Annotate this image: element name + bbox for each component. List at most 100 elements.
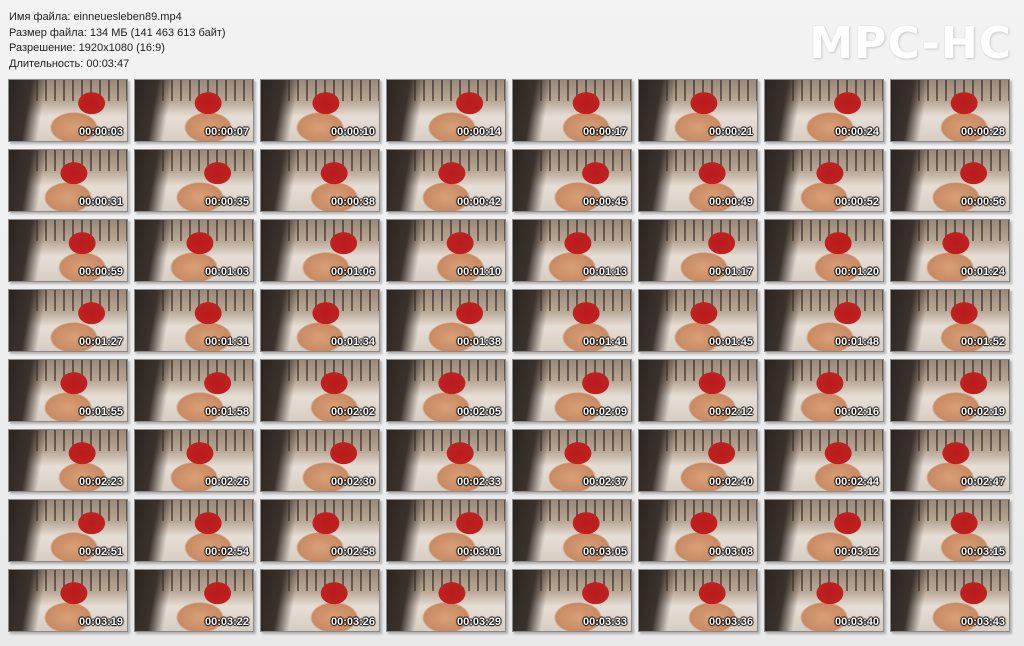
video-thumbnail: 00:00:45 [512,149,632,212]
video-thumbnail: 00:03:33 [512,569,632,632]
video-thumbnail: 00:03:19 [8,569,128,632]
thumbnail-timestamp: 00:03:26 [330,616,375,628]
video-thumbnail: 00:01:55 [8,359,128,422]
mpc-hc-logo: MPC-HC [809,18,1012,69]
thumbnail-timestamp: 00:03:33 [582,616,627,628]
video-thumbnail: 00:00:52 [764,149,884,212]
thumbnail-timestamp: 00:01:27 [78,336,123,348]
thumbnail-timestamp: 00:01:13 [582,266,627,278]
thumbnail-timestamp: 00:03:19 [78,616,123,628]
video-thumbnail: 00:01:27 [8,289,128,352]
thumbnail-timestamp: 00:01:24 [960,266,1005,278]
thumbnail-timestamp: 00:02:09 [582,406,627,418]
video-thumbnail: 00:01:03 [134,219,254,282]
video-thumbnail: 00:00:07 [134,79,254,142]
video-thumbnail: 00:02:40 [638,429,758,492]
thumbnail-timestamp: 00:00:56 [960,196,1005,208]
thumbnail-timestamp: 00:00:21 [708,126,753,138]
video-thumbnail: 00:01:10 [386,219,506,282]
thumbnail-timestamp: 00:02:58 [330,546,375,558]
thumbnail-timestamp: 00:01:45 [708,336,753,348]
video-thumbnail: 00:00:17 [512,79,632,142]
thumbnail-timestamp: 00:03:12 [834,546,879,558]
video-thumbnail: 00:03:40 [764,569,884,632]
thumbnail-timestamp: 00:01:17 [708,266,753,278]
thumbnail-timestamp: 00:00:38 [330,196,375,208]
video-thumbnail: 00:01:31 [134,289,254,352]
video-thumbnail: 00:03:26 [260,569,380,632]
thumbnail-timestamp: 00:01:38 [456,336,501,348]
video-thumbnail: 00:01:41 [512,289,632,352]
video-thumbnail: 00:01:52 [890,289,1010,352]
thumbnail-timestamp: 00:00:52 [834,196,879,208]
video-thumbnail: 00:03:36 [638,569,758,632]
thumbnail-timestamp: 00:02:05 [456,406,501,418]
thumbnail-timestamp: 00:03:15 [960,546,1005,558]
thumbnail-timestamp: 00:01:48 [834,336,879,348]
video-thumbnail: 00:01:38 [386,289,506,352]
video-thumbnail: 00:03:08 [638,499,758,562]
thumbnail-timestamp: 00:02:47 [960,476,1005,488]
thumbnail-timestamp: 00:02:40 [708,476,753,488]
video-thumbnail: 00:00:10 [260,79,380,142]
thumbnail-timestamp: 00:01:58 [204,406,249,418]
video-thumbnail: 00:00:56 [890,149,1010,212]
thumbnail-timestamp: 00:03:43 [960,616,1005,628]
video-thumbnail: 00:03:43 [890,569,1010,632]
thumbnail-timestamp: 00:00:14 [456,126,501,138]
video-thumbnail: 00:03:12 [764,499,884,562]
video-thumbnail: 00:02:23 [8,429,128,492]
thumbnail-timestamp: 00:03:05 [582,546,627,558]
thumbnail-timestamp: 00:02:02 [330,406,375,418]
thumbnail-timestamp: 00:00:31 [78,196,123,208]
thumbnail-timestamp: 00:02:26 [204,476,249,488]
video-thumbnail: 00:02:44 [764,429,884,492]
video-thumbnail: 00:02:51 [8,499,128,562]
thumbnail-timestamp: 00:01:34 [330,336,375,348]
thumbnail-timestamp: 00:02:16 [834,406,879,418]
video-thumbnail: 00:00:42 [386,149,506,212]
thumbnail-timestamp: 00:00:10 [330,126,375,138]
video-thumbnail: 00:01:58 [134,359,254,422]
thumbnail-timestamp: 00:00:07 [204,126,249,138]
thumbnail-timestamp: 00:03:36 [708,616,753,628]
thumbnail-timestamp: 00:01:03 [204,266,249,278]
video-thumbnail: 00:02:16 [764,359,884,422]
video-thumbnail: 00:03:15 [890,499,1010,562]
video-thumbnail: 00:02:47 [890,429,1010,492]
thumbnail-timestamp: 00:03:29 [456,616,501,628]
thumbnail-timestamp: 00:03:40 [834,616,879,628]
video-thumbnail: 00:00:03 [8,79,128,142]
thumbnail-timestamp: 00:01:06 [330,266,375,278]
thumbnail-grid: 00:00:03 00:00:07 00:00:10 00:00:14 00:00:17… [8,79,1010,632]
video-thumbnail: 00:02:12 [638,359,758,422]
thumbnail-timestamp: 00:02:30 [330,476,375,488]
video-thumbnail: 00:00:49 [638,149,758,212]
resolution-text: Разрешение: 1920x1080 (16:9) [9,42,165,54]
file-info: Имя файла: einneuesleben89.mp4 Размер фа… [9,10,226,72]
thumbnail-timestamp: 00:00:49 [708,196,753,208]
thumbnail-timestamp: 00:02:54 [204,546,249,558]
thumbnail-timestamp: 00:01:20 [834,266,879,278]
video-thumbnail: 00:02:58 [260,499,380,562]
video-thumbnail: 00:00:59 [8,219,128,282]
thumbnail-timestamp: 00:00:28 [960,126,1005,138]
thumbnail-timestamp: 00:02:19 [960,406,1005,418]
video-thumbnail: 00:00:35 [134,149,254,212]
thumbnail-timestamp: 00:01:52 [960,336,1005,348]
video-thumbnail: 00:00:14 [386,79,506,142]
video-thumbnail: 00:02:30 [260,429,380,492]
video-thumbnail: 00:01:20 [764,219,884,282]
video-thumbnail: 00:02:09 [512,359,632,422]
thumbnail-timestamp: 00:00:35 [204,196,249,208]
video-thumbnail: 00:01:45 [638,289,758,352]
video-thumbnail: 00:02:02 [260,359,380,422]
file-size-text: Размер файла: 134 МБ (141 463 613 байт) [9,26,226,39]
thumbnail-timestamp: 00:01:10 [456,266,501,278]
video-thumbnail: 00:02:05 [386,359,506,422]
thumbnail-timestamp: 00:01:41 [582,336,627,348]
video-thumbnail: 00:01:13 [512,219,632,282]
video-thumbnail: 00:02:26 [134,429,254,492]
thumbnail-timestamp: 00:00:59 [78,266,123,278]
video-thumbnail: 00:01:48 [764,289,884,352]
